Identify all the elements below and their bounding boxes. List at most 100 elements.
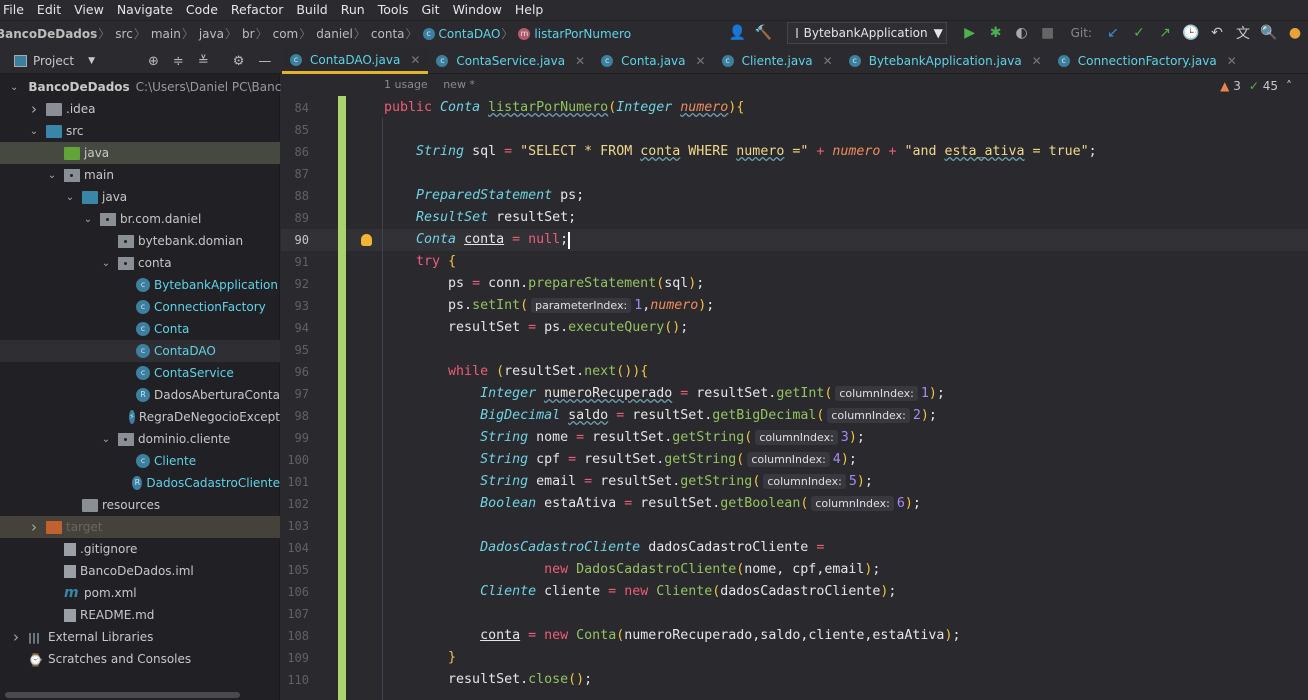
tree-item[interactable]: ⌚ Scratches and Consoles xyxy=(0,648,280,670)
tree-item[interactable]: c BytebankApplication xyxy=(0,274,280,296)
code-line[interactable]: ps = conn.prepareStatement(sql); xyxy=(384,273,704,295)
tree-item[interactable]: c ConnectionFactory xyxy=(0,296,280,318)
menu-refactor[interactable]: Refactor xyxy=(223,2,292,17)
coverage-icon[interactable]: ◐ xyxy=(1009,22,1035,44)
chevron-down-icon[interactable]: ⌄ xyxy=(10,82,18,93)
tree-item[interactable]: ⌄ dominio.cliente xyxy=(0,428,280,450)
tree-item[interactable]: ⌄ java xyxy=(0,186,280,208)
code-line[interactable]: resultSet.close(); xyxy=(384,669,592,691)
chevron-down-icon[interactable]: ⌄ xyxy=(100,258,112,269)
tree-item[interactable]: c Conta xyxy=(0,318,280,340)
lightbulb-icon[interactable] xyxy=(361,234,372,246)
close-icon[interactable]: ✕ xyxy=(575,54,585,68)
tree-item[interactable]: › .idea xyxy=(0,98,280,120)
code-line[interactable]: String cpf = resultSet.getString(columnI… xyxy=(384,449,857,471)
usages-link[interactable]: 1 usage xyxy=(384,78,428,91)
breadcrumb-item[interactable]: 〉 java xyxy=(177,25,224,42)
tab-contaservice-java[interactable]: c ContaService.java ✕ xyxy=(428,48,593,74)
menu-tools[interactable]: Tools xyxy=(370,2,418,17)
tree-item[interactable]: c ContaDAO xyxy=(0,340,280,362)
code-line[interactable]: DadosCadastroCliente dadosCadastroClient… xyxy=(384,537,824,559)
tree-item[interactable]: resources xyxy=(0,494,280,516)
tree-item[interactable]: c ContaService xyxy=(0,362,280,384)
locate-icon[interactable]: ⊕ xyxy=(148,54,159,69)
tree-item[interactable]: R DadosAberturaConta xyxy=(0,384,280,406)
tree-item[interactable]: ⌄ src xyxy=(0,120,280,142)
tree-item[interactable]: ⌄ main xyxy=(0,164,280,186)
debug-icon[interactable]: ✱ xyxy=(983,22,1009,44)
menu-navigate[interactable]: Navigate xyxy=(109,2,182,17)
code-line[interactable]: Integer numeroRecuperado = resultSet.get… xyxy=(384,383,945,405)
chevron-right-icon[interactable]: › xyxy=(28,518,40,536)
git-push-icon[interactable]: ↗ xyxy=(1152,22,1178,44)
chevron-down-icon[interactable]: ⌄ xyxy=(46,170,58,181)
code-line[interactable]: public Conta listarPorNumero(Integer num… xyxy=(384,97,744,119)
close-icon[interactable]: ✕ xyxy=(823,54,833,68)
menu-help[interactable]: Help xyxy=(507,2,553,17)
stop-icon[interactable]: ■ xyxy=(1035,22,1061,44)
breadcrumb-item[interactable]: 〉 daniel xyxy=(294,25,353,42)
chevron-right-icon[interactable]: › xyxy=(28,100,40,118)
menu-run[interactable]: Run xyxy=(333,2,374,17)
tree-item[interactable]: › ||| External Libraries xyxy=(0,626,280,648)
chevron-down-icon[interactable]: ⌄ xyxy=(100,434,112,445)
tree-item[interactable]: .gitignore xyxy=(0,538,280,560)
search-icon[interactable]: 🔍 xyxy=(1256,22,1282,44)
git-commit-icon[interactable]: ✓ xyxy=(1126,22,1152,44)
close-icon[interactable]: ✕ xyxy=(696,54,706,68)
breadcrumb-item[interactable]: 〉 main xyxy=(129,25,181,42)
tree-item[interactable]: ⚡ RegraDeNegocioExcept xyxy=(0,406,280,428)
code-line[interactable]: resultSet = ps.executeQuery(); xyxy=(384,317,688,339)
code-line[interactable]: Boolean estaAtiva = resultSet.getBoolean… xyxy=(384,493,921,515)
horizontal-scrollbar[interactable] xyxy=(5,692,240,698)
breadcrumb-item[interactable]: BancoDeDados xyxy=(0,27,97,41)
tree-item[interactable]: README.md xyxy=(0,604,280,626)
menu-code[interactable]: Code xyxy=(178,2,227,17)
code-line[interactable]: try { xyxy=(384,251,456,273)
breadcrumb-item[interactable]: 〉 m listarPorNumero xyxy=(496,25,631,42)
code-line[interactable]: PreparedStatement ps; xyxy=(384,185,584,207)
tab-conta-java[interactable]: c Conta.java ✕ xyxy=(593,48,713,74)
git-update-icon[interactable]: ↙ xyxy=(1100,22,1126,44)
tree-item[interactable]: java xyxy=(0,142,280,164)
history-icon[interactable]: 🕒 xyxy=(1178,22,1204,44)
code-line[interactable]: conta = new Conta(numeroRecuperado,saldo… xyxy=(384,625,960,647)
breadcrumb-item[interactable]: 〉 com xyxy=(251,25,299,42)
vcs-change-marker[interactable] xyxy=(338,96,346,700)
tab-bytebankapplication-java[interactable]: c BytebankApplication.java ✕ xyxy=(841,48,1050,74)
menu-edit[interactable]: Edit xyxy=(29,2,70,17)
breadcrumb-item[interactable]: 〉 conta xyxy=(349,25,405,42)
tree-item[interactable]: R DadosCadastroCliente xyxy=(0,472,280,494)
collapse-all-icon[interactable]: ≚ xyxy=(198,54,209,69)
tree-item[interactable]: c Cliente xyxy=(0,450,280,472)
tab-cliente-java[interactable]: c Cliente.java ✕ xyxy=(714,48,841,74)
tree-item[interactable]: ⌄ BancoDeDados C:\Users\Daniel PC\BancoD xyxy=(0,76,298,98)
menu-git[interactable]: Git xyxy=(414,2,449,17)
run-configuration-select[interactable]: BytebankApplication ▼ xyxy=(786,22,947,44)
code-line[interactable]: ps.setInt(parameterIndex: 1,numero); xyxy=(384,295,714,317)
hide-icon[interactable]: — xyxy=(258,54,271,69)
tree-item[interactable]: ⌄ conta xyxy=(0,252,280,274)
tree-item[interactable]: m pom.xml xyxy=(0,582,280,604)
chevron-down-icon[interactable]: ⌄ xyxy=(28,126,40,137)
translate-icon[interactable]: 文 xyxy=(1230,22,1256,44)
tab-connectionfactory-java[interactable]: c ConnectionFactory.java ✕ xyxy=(1050,48,1245,74)
tree-item[interactable]: BancoDeDados.iml xyxy=(0,560,280,582)
chevron-right-icon[interactable]: › xyxy=(10,628,22,646)
code-line[interactable]: while (resultSet.next()){ xyxy=(384,361,648,383)
author-hint[interactable]: new * xyxy=(443,78,475,91)
chevron-down-icon[interactable]: ⌄ xyxy=(64,192,76,203)
chevron-down-icon[interactable]: ▼ xyxy=(88,56,95,66)
tree-item[interactable]: bytebank.domian xyxy=(0,230,280,252)
inspection-widget[interactable]: ▲ 3 ✓ 45 ˄ xyxy=(1220,79,1292,93)
tree-item[interactable]: › target xyxy=(0,516,280,538)
project-view-select[interactable]: Project xyxy=(33,54,74,68)
menu-build[interactable]: Build xyxy=(288,2,336,17)
menu-view[interactable]: View xyxy=(66,2,113,17)
code-line[interactable]: } xyxy=(384,647,456,669)
breadcrumb-item[interactable]: 〉 src xyxy=(93,25,133,42)
breadcrumb-item[interactable]: 〉 br xyxy=(220,25,255,42)
breadcrumb-item[interactable]: 〉 c ContaDAO xyxy=(401,25,501,42)
update-icon[interactable]: ● xyxy=(1282,22,1308,44)
code-line[interactable]: String email = resultSet.getString(colum… xyxy=(384,471,873,493)
